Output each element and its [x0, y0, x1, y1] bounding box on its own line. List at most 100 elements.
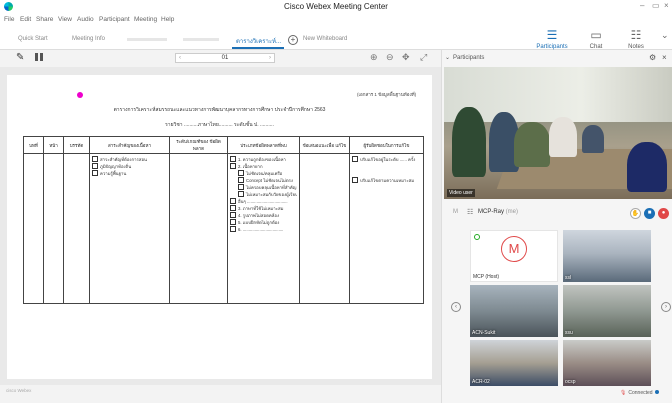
prev-page-icon[interactable]: ‹: [179, 54, 181, 63]
participant-name: ACR-02: [472, 379, 490, 385]
video-camera-icon[interactable]: ■: [644, 208, 655, 219]
table-cell: [169, 153, 228, 304]
next-thumbnails-icon[interactable]: ›: [661, 302, 671, 312]
menu-edit[interactable]: Edit: [20, 16, 31, 23]
participant-name: ocsp: [565, 379, 576, 385]
next-page-icon[interactable]: ›: [269, 54, 271, 63]
chat-button[interactable]: ▭ Chat: [574, 28, 618, 50]
page-navigator[interactable]: ‹ 01 ›: [175, 53, 275, 63]
page-number[interactable]: 01: [222, 55, 229, 61]
video-person: [549, 117, 577, 157]
fullscreen-icon[interactable]: ⤢: [420, 52, 427, 63]
participants-panel: ⌄ Participants ⚙ × Video user M ☷ MCP-Ra…: [441, 50, 672, 403]
collapse-chevron-icon[interactable]: ⌄: [445, 54, 450, 61]
video-person: [582, 125, 604, 153]
video-user-label: Video user: [447, 189, 475, 197]
menu-help[interactable]: Help: [161, 16, 174, 23]
col-header: สาระสำคัญของเนื้อหา: [89, 136, 170, 154]
tab-meeting-info[interactable]: Meeting Info: [72, 36, 105, 42]
doc-header-note: (เอกสาร 1 ข้อมูลพื้นฐานท้องที่): [357, 92, 417, 97]
maximize-button[interactable]: ▭: [652, 1, 660, 10]
menu-view[interactable]: View: [58, 16, 72, 23]
checkbox-item: Concept ไม่ชัดเจนไม่ตรง: [230, 177, 297, 184]
col-header: ข้อเสนอแนะเพื่อ แก้ไข: [299, 136, 350, 154]
participant-name: ACN-Sukit: [472, 330, 496, 336]
participants-button[interactable]: ☰ Participants: [530, 28, 574, 50]
window-title: Cisco Webex Meeting Center: [284, 2, 388, 11]
participant-thumbnail[interactable]: ACN-Sukit: [470, 285, 558, 337]
responsible-cell: ปรับแก้ไขอยู่ในระดับ ...... ครั้ง ปรับแก…: [349, 153, 424, 304]
table-header-row: บทที่ หน้า บรรทัด สาระสำคัญของเนื้อหา ระ…: [23, 136, 424, 154]
mute-microphone-icon[interactable]: ●: [658, 208, 669, 219]
checkbox-item: สาระสำคัญที่ต้องการสอน: [92, 156, 167, 163]
menu-bar: File Edit Share View Audio Participant M…: [0, 14, 672, 26]
share-toolbar: ✎ ‹ 01 › ⊕ ⊖ ✥ ⤢: [0, 50, 441, 67]
checkbox-item: 1. ความถูกต้องของเนื้อหา: [230, 156, 297, 163]
checkbox-item: ภูมิปัญญาท้องถิ่น: [92, 163, 167, 170]
layout-icon[interactable]: ☷: [467, 208, 473, 216]
participant-thumbnail[interactable]: ACR-02: [470, 340, 558, 386]
participant-name: ssu: [565, 330, 573, 336]
participant-name: MCP (Host): [473, 274, 500, 280]
participant-thumbnail[interactable]: ssu: [563, 285, 651, 337]
col-header: หน้า: [43, 136, 64, 154]
tab-new-whiteboard[interactable]: New Whiteboard: [303, 36, 347, 42]
chevron-down-icon[interactable]: ⌄: [661, 30, 669, 41]
participant-thumbnail[interactable]: M MCP (Host): [470, 230, 558, 282]
participant-thumbnail[interactable]: ssl: [563, 230, 651, 282]
menu-meeting[interactable]: Meeting: [134, 16, 157, 23]
col-header: ผู้รับผิดชอบในการแก้ไข: [349, 136, 424, 154]
close-icon[interactable]: ×: [662, 53, 667, 62]
panel-header: ⌄ Participants ⚙ ×: [442, 50, 672, 67]
menu-audio[interactable]: Audio: [77, 16, 94, 23]
table-cell: [299, 153, 350, 304]
zoom-in-icon[interactable]: ⊕: [370, 52, 378, 63]
table-cell: [63, 153, 90, 304]
raise-hand-icon[interactable]: ✋: [630, 208, 641, 219]
gear-icon[interactable]: ⚙: [649, 53, 656, 62]
menu-file[interactable]: File: [4, 16, 14, 23]
tab-quick-start[interactable]: Quick Start: [18, 36, 48, 42]
active-speaker-video[interactable]: Video user: [444, 67, 672, 199]
tab-placeholder-2[interactable]: [183, 38, 219, 41]
notes-icon: ☷: [630, 28, 642, 42]
shared-content-area: (เอกสาร 1 ข้อมูลพื้นฐานท้องที่) ตารางการ…: [0, 67, 441, 385]
checkbox-item: 6. ..................................: [230, 226, 297, 233]
close-window-button[interactable]: ×: [664, 1, 669, 10]
add-tab-icon[interactable]: +: [288, 35, 298, 45]
minimize-button[interactable]: –: [640, 1, 644, 10]
active-speaker-name: MCP-Ray (me): [478, 209, 518, 215]
status-text: Connected: [628, 390, 653, 396]
tab-analysis-table[interactable]: ตารางวิเคราะห์...: [236, 36, 281, 46]
mic-muted-icon: 🎙: [620, 390, 627, 396]
speaker-state: (me): [505, 209, 519, 215]
doc-title: ตารางการวิเคราะห์สมรรถนะและแนวทางการพัฒน…: [113, 107, 326, 113]
notes-button[interactable]: ☷ Notes: [614, 28, 658, 50]
annotate-pen-icon[interactable]: ✎: [16, 52, 24, 63]
error-type-cell: 1. ความถูกต้องของเนื้อหา 2. เนื้อหายาก ไ…: [227, 153, 300, 304]
thumbnails-icon[interactable]: [35, 53, 43, 61]
checkbox-item: 3. ภาษาที่ใช้ไม่เหมาะสม: [230, 205, 297, 212]
menu-participant[interactable]: Participant: [99, 16, 130, 23]
participants-icon: ☰: [546, 28, 558, 42]
checkbox-item: ไม่ชัดเจน/คลุมเครือ: [230, 170, 297, 177]
fit-icon[interactable]: ✥: [402, 52, 410, 63]
checkbox-item: ปรับแก้ไขอยู่ในระดับ ...... ครั้ง: [352, 156, 421, 163]
checkbox-item: 5. แบบฝึกหัดไม่ถูกต้อง: [230, 219, 297, 226]
zoom-out-icon[interactable]: ⊖: [386, 52, 394, 63]
video-person: [514, 122, 550, 167]
table-cell: [23, 153, 44, 304]
content-checklist-cell: สาระสำคัญที่ต้องการสอน ภูมิปัญญาท้องถิ่น…: [89, 153, 170, 304]
participant-thumbnail[interactable]: ocsp: [563, 340, 651, 386]
chat-icon: ▭: [590, 28, 602, 42]
speaker-name: MCP-Ray: [478, 209, 505, 215]
host-status-icon: [474, 234, 480, 240]
menu-share[interactable]: Share: [36, 16, 53, 23]
checkbox-item: ปรับแก้ไขตามความเหมาะสม: [352, 177, 421, 184]
col-header: บรรทัด: [63, 136, 90, 154]
tab-placeholder-1[interactable]: [127, 38, 167, 41]
video-person: [452, 107, 486, 177]
analysis-table: บทที่ หน้า บรรทัด สาระสำคัญของเนื้อหา ระ…: [23, 136, 424, 304]
prev-thumbnails-icon[interactable]: ‹: [451, 302, 461, 312]
panel-title: Participants: [453, 55, 485, 61]
